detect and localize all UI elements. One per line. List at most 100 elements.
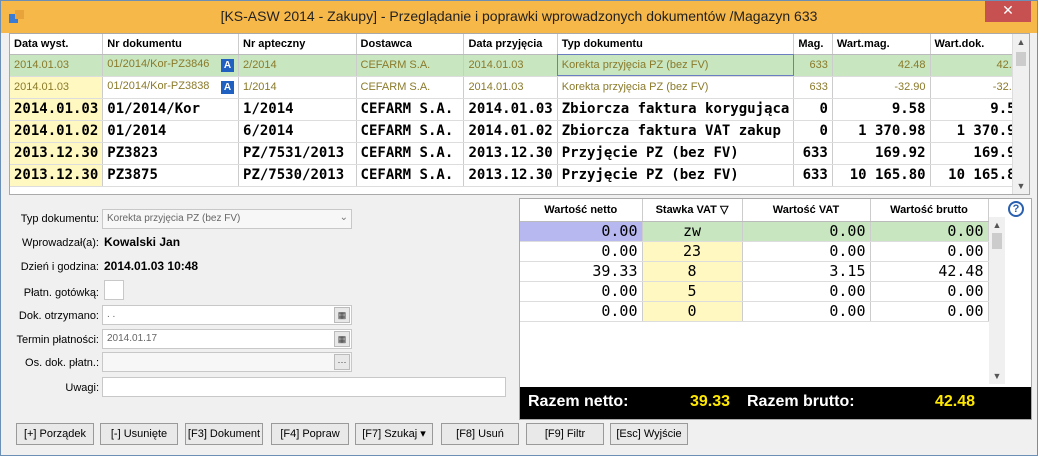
dok-otrzymano-field[interactable]: . . ▦ [102,305,352,325]
uwagi-label: Uwagi: [65,382,99,394]
cell-data-wyst: 2014.01.03 [10,54,104,77]
vat-scrollbar[interactable]: ▲ ▼ [989,217,1005,384]
usuniete-button[interactable]: [-] Usunięte [100,423,178,445]
termin-platnosci-label: Termin płatności: [16,334,99,346]
scroll-thumb[interactable] [992,233,1002,249]
popraw-button[interactable]: [F4] Popraw [271,423,349,445]
table-row[interactable]: 2013.12.30 PZ3875 PZ/7530/2013 CEFARM S.… [10,164,1030,187]
table-row[interactable]: 2013.12.30 PZ3823 PZ/7531/2013 CEFARM S.… [10,142,1030,165]
razem-netto-label: Razem netto: [528,393,629,410]
chevron-down-icon: ⌄ [339,212,348,223]
vat-row[interactable]: 0.00 zw 0.00 0.00 [520,221,989,242]
vat-cell-vat: 3.15 [742,261,871,282]
scroll-down-icon[interactable]: ▼ [989,368,1005,384]
col-header-nr-dokumentu[interactable]: Nr dokumentu [102,34,240,55]
calendar-icon[interactable]: ▦ [334,331,350,347]
col-header-dostawca[interactable]: Dostawca [356,34,465,55]
typ-dokumentu-value: Korekta przyjęcia PZ (bez FV) [107,213,241,224]
filtr-button[interactable]: [F9] Filtr [526,423,604,445]
cell-data-przyjecia: 2014.01.02 [463,120,558,143]
table-row[interactable]: 2014.01.03 01/2014/Kor-PZ3846 A 2/2014 CE… [10,54,1030,77]
vat-cell-brutto: 0.00 [870,221,989,242]
cell-data-przyjecia: 2014.01.03 [463,98,558,121]
cell-wart-mag: 9.58 [832,98,931,121]
vat-row[interactable]: 0.00 0 0.00 0.00 [520,301,989,322]
cell-mag: 633 [793,76,833,99]
cell-wart-mag: 169.92 [832,142,931,165]
vat-cell-stawka: 23 [642,241,743,262]
vat-row[interactable]: 39.33 8 3.15 42.48 [520,261,989,282]
porzadek-button[interactable]: [+] Porządek [16,423,94,445]
col-header-wartosc-brutto[interactable]: Wartość brutto [870,199,989,222]
szukaj-button[interactable]: [F7] Szukaj ▾ [355,423,433,445]
cell-typ-dokumentu: Korekta przyjęcia PZ (bez FV) [557,76,795,99]
scroll-up-icon[interactable]: ▲ [1013,34,1029,50]
termin-platnosci-field[interactable]: 2014.01.17 ▦ [102,329,352,349]
cell-nr-dokumentu: PZ3823 [102,142,240,165]
document-details-form: Typ dokumentu: Korekta przyjęcia PZ (bez… [9,199,514,421]
dok-otrzymano-label: Dok. otrzymano: [18,310,99,322]
vat-cell-netto[interactable]: 0.00 [520,221,643,242]
cell-typ-dokumentu: Przyjęcie PZ (bez FV) [557,142,795,165]
termin-platnosci-value: 2014.01.17 [107,333,158,344]
dokument-button[interactable]: [F3] Dokument [185,423,263,445]
cell-nr-text: 01/2014/Kor-PZ3838 [107,80,210,92]
grid-header-row: Data wyst. Nr dokumentu Nr apteczny Dost… [10,34,1030,55]
wprowadzal-label: Wprowadzał(a): [21,237,99,249]
col-header-wartosc-netto[interactable]: Wartość netto [520,199,643,222]
calendar-icon[interactable]: ▦ [334,307,350,323]
vat-row[interactable]: 0.00 5 0.00 0.00 [520,281,989,302]
cell-nr-dokumentu: 01/2014/Kor [102,98,240,121]
vat-cell-brutto: 0.00 [870,281,989,302]
typ-dokumentu-select[interactable]: Korekta przyjęcia PZ (bez FV) ⌄ [102,209,352,229]
cell-mag: 633 [793,164,833,187]
platn-gotowka-checkbox[interactable] [104,280,124,300]
cell-data-wyst: 2013.12.30 [10,164,104,187]
scroll-up-icon[interactable]: ▲ [989,217,1005,233]
vat-cell-brutto: 0.00 [870,241,989,262]
table-row[interactable]: 2014.01.02 01/2014 6/2014 CEFARM S.A. 20… [10,120,1030,143]
col-header-data-wyst[interactable]: Data wyst. [10,34,104,55]
title-bar: [KS-ASW 2014 - Zakupy] - Przeglądanie i … [1,1,1037,33]
col-header-nr-apteczny[interactable]: Nr apteczny [238,34,357,55]
scroll-thumb[interactable] [1016,52,1026,66]
cell-nr-apteczny: PZ/7530/2013 [238,164,357,187]
uwagi-input[interactable] [102,377,506,397]
close-icon[interactable]: ✕ [985,1,1031,22]
vat-cell-netto: 0.00 [520,301,643,322]
cell-nr-dokumentu: PZ3875 [102,164,240,187]
scroll-down-icon[interactable]: ▼ [1013,178,1029,194]
vat-cell-netto: 0.00 [520,241,643,262]
vat-cell-brutto: 0.00 [870,301,989,322]
col-header-wartosc-vat[interactable]: Wartość VAT [742,199,871,222]
col-header-wart-mag[interactable]: Wart.mag. [832,34,931,55]
razem-brutto-value: 42.48 [935,393,976,410]
cell-wart-mag: 42.48 [832,54,931,77]
grid-scrollbar[interactable]: ▲ ▼ [1012,34,1029,194]
cell-dostawca: CEFARM S.A. [356,76,465,99]
cell-dostawca: CEFARM S.A. [356,54,465,77]
vat-cell-vat: 0.00 [742,241,871,262]
vat-cell-stawka: zw [642,221,743,242]
col-header-data-przyjecia[interactable]: Data przyjęcia [463,34,558,55]
col-header-typ-dokumentu[interactable]: Typ dokumentu [557,34,795,55]
col-header-stawka-vat[interactable]: Stawka VAT ▽ [642,199,743,222]
cell-wart-mag: -32.90 [832,76,931,99]
table-row[interactable]: 2014.01.03 01/2014/Kor 1/2014 CEFARM S.A… [10,98,1030,121]
table-row[interactable]: 2014.01.03 01/2014/Kor-PZ3838 A 1/2014 CE… [10,76,1030,99]
usun-button[interactable]: [F8] Usuń [441,423,519,445]
cell-data-przyjecia: 2013.12.30 [463,142,558,165]
vat-row[interactable]: 0.00 23 0.00 0.00 [520,241,989,262]
os-dok-platn-field[interactable]: ··· [102,352,352,372]
cell-typ-dokumentu[interactable]: Korekta przyjęcia PZ (bez FV) [557,54,795,77]
col-header-mag[interactable]: Mag. [793,34,833,55]
ellipsis-icon[interactable]: ··· [334,354,350,370]
vat-cell-stawka: 5 [642,281,743,302]
attachment-badge-icon[interactable]: A [221,59,235,72]
cell-mag: 633 [793,142,833,165]
wyjscie-button[interactable]: [Esc] Wyjście [610,423,688,445]
help-icon[interactable]: ? [1008,201,1024,217]
cell-data-wyst: 2013.12.30 [10,142,104,165]
attachment-badge-icon[interactable]: A [221,81,235,94]
cell-wart-mag: 10 165.80 [832,164,931,187]
